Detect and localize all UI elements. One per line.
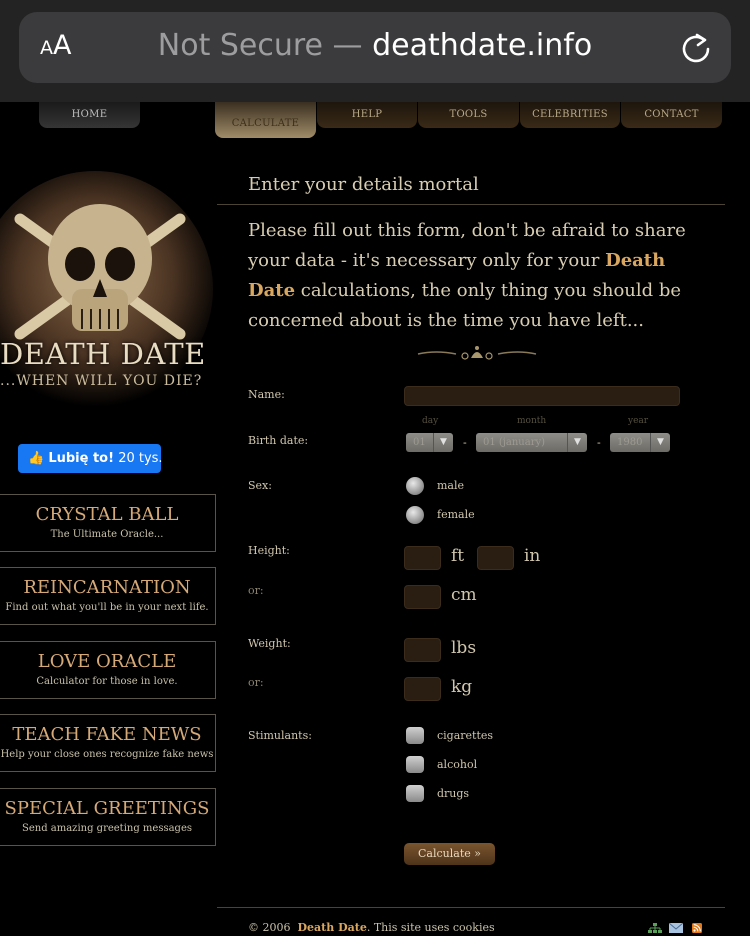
logo-subtitle: ...WHEN WILL YOU DIE? xyxy=(0,373,203,389)
alcohol-checkbox[interactable] xyxy=(406,756,424,773)
height-cm-input[interactable] xyxy=(404,585,441,609)
sidebar-teach-fake-news[interactable]: TEACH FAKE NEWS Help your close ones rec… xyxy=(0,714,216,772)
day-select[interactable]: 01 ▼ xyxy=(406,433,453,452)
sidebar-special-greetings[interactable]: SPECIAL GREETINGS Send amazing greeting … xyxy=(0,788,216,846)
nav-celebrities[interactable]: CELEBRITIES xyxy=(520,102,620,128)
day-caption: day xyxy=(422,416,439,426)
like-label: Lubię to! xyxy=(48,451,115,466)
year-caption: year xyxy=(628,416,649,426)
nav-calculate[interactable]: CALCULATE xyxy=(215,102,316,138)
sidebar-love-oracle[interactable]: LOVE ORACLE Calculator for those in love… xyxy=(0,641,216,699)
ornament-divider xyxy=(417,346,537,360)
sidebar-item-subtitle: Send amazing greeting messages xyxy=(21,823,192,834)
birth-date-label: Birth date: xyxy=(248,434,309,447)
chevron-down-icon: ▼ xyxy=(433,433,453,452)
drugs-option-label: drugs xyxy=(437,787,470,800)
form-heading: Enter your details mortal xyxy=(248,174,479,195)
sidebar-item-title: CRYSTAL BALL xyxy=(35,504,179,525)
url-display[interactable]: Not Secure — deathdate.info xyxy=(0,28,750,63)
facebook-like-button[interactable]: 👍 Lubię to! 20 tys. xyxy=(18,444,163,473)
weight-kg-input[interactable] xyxy=(404,677,441,701)
name-label: Name: xyxy=(248,388,285,401)
name-input[interactable] xyxy=(404,386,680,406)
sex-label: Sex: xyxy=(248,479,272,492)
sidebar-item-subtitle: The Ultimate Oracle... xyxy=(50,529,164,540)
ft-unit: ft xyxy=(451,546,465,566)
month-select[interactable]: 01 (january) ▼ xyxy=(476,433,587,452)
calculate-button[interactable]: Calculate » xyxy=(404,843,495,865)
sidebar-item-subtitle: Calculator for those in love. xyxy=(36,676,178,687)
sidebar-reincarnation[interactable]: REINCARNATION Find out what you'll be in… xyxy=(0,567,216,625)
month-caption: month xyxy=(517,416,547,426)
cigarettes-checkbox[interactable] xyxy=(406,727,424,744)
reload-icon[interactable] xyxy=(678,30,714,66)
heading-divider xyxy=(217,204,725,205)
sidebar-item-title: SPECIAL GREETINGS xyxy=(4,798,210,819)
alcohol-option-label: alcohol xyxy=(437,758,478,771)
male-radio[interactable] xyxy=(406,477,424,495)
form-intro: Please fill out this form, don't be afra… xyxy=(248,220,686,331)
weight-label: Weight: xyxy=(248,637,291,650)
height-ft-input[interactable] xyxy=(404,546,441,570)
in-unit: in xyxy=(524,546,541,566)
sidebar-item-subtitle: Help your close ones recognize fake news xyxy=(0,749,214,760)
female-option-label: female xyxy=(437,508,475,521)
nav-contact[interactable]: CONTACT xyxy=(621,102,722,128)
sidebar-item-title: LOVE ORACLE xyxy=(37,651,177,672)
height-in-input[interactable] xyxy=(477,546,514,570)
sitemap-icon[interactable] xyxy=(648,923,662,933)
height-label: Height: xyxy=(248,544,290,557)
sidebar-item-title: TEACH FAKE NEWS xyxy=(12,724,202,745)
sidebar-item-title: REINCARNATION xyxy=(23,577,191,598)
nav-help[interactable]: HELP xyxy=(317,102,417,128)
sidebar-crystal-ball[interactable]: CRYSTAL BALL The Ultimate Oracle... xyxy=(0,494,216,552)
rss-icon[interactable] xyxy=(690,923,704,933)
height-or-label: or: xyxy=(248,584,264,597)
nav-home[interactable]: HOME xyxy=(39,102,140,128)
chevron-down-icon: ▼ xyxy=(650,433,670,452)
weight-or-label: or: xyxy=(248,676,264,689)
nav-tools[interactable]: TOOLS xyxy=(418,102,519,128)
like-count: 20 tys. xyxy=(118,451,163,466)
footer-brand-link[interactable]: Death Date xyxy=(298,921,367,934)
footer-text: © 2006 Death Date. This site uses cookie… xyxy=(248,921,495,934)
footer-divider xyxy=(217,907,725,908)
chevron-down-icon: ▼ xyxy=(567,433,587,452)
logo-title: DEATH DATE xyxy=(0,337,206,371)
female-radio[interactable] xyxy=(406,506,424,524)
cigarettes-option-label: cigarettes xyxy=(437,729,494,742)
not-secure-label: Not Secure xyxy=(157,28,324,63)
browser-toolbar: AA Not Secure — deathdate.info xyxy=(0,0,750,102)
thumbs-up-icon: 👍 xyxy=(28,451,45,466)
kg-unit: kg xyxy=(451,677,473,697)
year-select[interactable]: 1980 ▼ xyxy=(610,433,670,452)
stimulants-label: Stimulants: xyxy=(248,729,312,742)
drugs-checkbox[interactable] xyxy=(406,785,424,802)
sidebar-item-subtitle: Find out what you'll be in your next lif… xyxy=(5,602,209,613)
url-domain: deathdate.info xyxy=(372,28,593,63)
cm-unit: cm xyxy=(451,585,477,605)
male-option-label: male xyxy=(437,479,465,492)
lbs-unit: lbs xyxy=(451,638,477,658)
email-icon[interactable] xyxy=(669,923,683,933)
weight-lbs-input[interactable] xyxy=(404,638,441,662)
